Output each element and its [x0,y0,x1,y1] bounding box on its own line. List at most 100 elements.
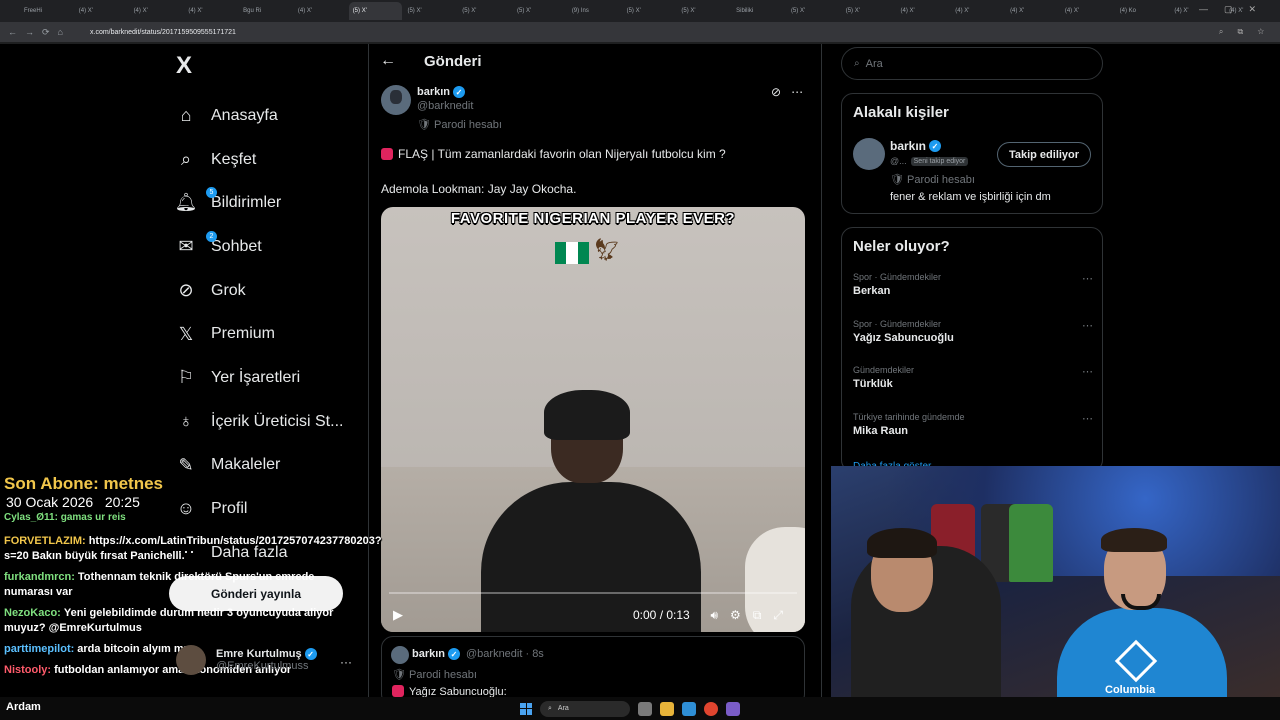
browser-tab[interactable]: (4) X' [1006,2,1060,20]
browser-tab[interactable]: (4) X' [75,2,129,20]
author-avatar[interactable] [381,85,411,115]
x-logo[interactable]: X [176,52,192,80]
eagle-icon: 🦅︎ [593,237,621,262]
browser-tab[interactable]: (5) X' [348,2,403,20]
browser-tab[interactable]: (9) Ins [568,2,622,20]
siren-icon [392,685,404,697]
browser-tab[interactable]: (4) X' [294,2,348,20]
notification-badge: 5 [206,186,217,198]
search-input[interactable]: ⌕ Ara [841,47,1103,80]
author-name[interactable]: barkın ✓ [417,86,466,98]
browser-tab[interactable]: (4) Ko [1116,2,1170,20]
play-icon[interactable]: ▶ [393,607,403,623]
volume-icon: 🔊︎ [710,607,731,622]
browser-tab[interactable]: (5) X' [842,2,896,20]
taskbar: ⌕ Ara [520,697,740,720]
chat-partial-line: Cylas_Ø11: gamas ur reis [4,512,126,522]
browser-tab[interactable]: (4) X' [130,2,184,20]
browser-tab[interactable]: (5) X' [677,2,731,20]
related-name[interactable]: barkın ✓ [890,139,942,153]
related-avatar[interactable] [853,138,885,170]
trend-item[interactable]: Spor · Gündemdekiler Berkan ⋯ [853,272,1093,297]
sidebar-item-x-premium[interactable]: 𝕏 Premium [176,312,366,356]
verified-badge-icon: ✓ [448,648,461,660]
windows-start-icon[interactable] [520,702,532,715]
chat-username: furkandmrcn: [4,571,75,583]
chat-username: FORVETLAZIM: [4,535,86,547]
browser-tab[interactable]: (5) X' [787,2,841,20]
browser-tab[interactable]: (4) X' [951,2,1005,20]
video-controls: ▶ 0:00 / 0:13 🔊︎⚙⧉⤢ [381,603,805,627]
address-bar: ←→⟳⌂ x.com/barknedit/status/201715950955… [0,22,1280,42]
browser-tab[interactable]: (4) X' [1061,2,1115,20]
columbia-text: Columbia [1105,684,1156,696]
sidebar-item-articles[interactable]: ✎ Makaleler [176,444,366,488]
trend-meta: Spor · Gündemdekiler [853,318,942,329]
following-button[interactable]: Takip ediliyor [997,142,1091,167]
browser-tab[interactable]: (4) X' [184,2,238,20]
trend-item[interactable]: Spor · Gündemdekiler Yağız Sabuncuoğlu ⋯ [853,319,1093,344]
reply-handle[interactable]: @barknedit · 8s [466,648,544,660]
browser-tab[interactable]: (5) X' [513,2,567,20]
sidebar-item-bookmark[interactable]: ⚐ Yer İşaretleri [176,356,366,400]
post-button[interactable]: Gönderi yayınla [169,576,343,611]
post-action-icons[interactable]: ⊘⋯ [771,85,813,99]
chrome-divider [0,42,1280,44]
trend-item[interactable]: Gündemdekiler Türklük ⋯ [853,365,1093,390]
browser-tab[interactable]: FreeHi [20,2,74,20]
taskbar-search[interactable]: ⌕ Ara [540,700,630,717]
url-field[interactable]: x.com/barknedit/status/20171595095551717… [90,29,236,36]
browser-tab[interactable]: (4) X' [897,2,951,20]
reply-post[interactable]: barkın ✓ @barknedit · 8s 🛡︎ Parodi hesabı… [381,636,805,706]
more-icon[interactable]: ⋯ [1082,319,1093,332]
trend-name: Türklük [853,378,893,390]
related-handle[interactable]: @... Seni takip ediyor [890,156,969,166]
video-player[interactable]: FAVORITE NIGERIAN PLAYER EVER? 🦅︎ ▶ 0:00… [381,207,805,632]
webcam-person-left-hair [867,528,937,558]
video-person-beanie [544,390,630,440]
related-parody-label: 🛡︎ Parodi hesabı [890,174,975,186]
browser-nav-buttons[interactable]: ←→⟳⌂ [0,27,90,38]
chrome-icon[interactable] [704,701,718,716]
reply-avatar[interactable] [391,646,409,664]
siren-icon [381,148,393,160]
browser-tab[interactable]: (5) X' [458,2,512,20]
sidebar-item-label: Grok [211,281,246,299]
back-arrow-icon[interactable]: ← [380,52,396,70]
stream-date-time: 30 Ocak 2026 20:25 [6,494,140,510]
video-time: 0:00 / 0:13 [633,608,690,622]
search-icon: ⌕ [854,58,860,69]
video-progress-bar[interactable] [389,592,797,594]
reply-author[interactable]: barkın ✓ [412,648,461,660]
bell-icon: 🔔︎ [174,192,198,213]
more-icon[interactable]: ⋯ [1082,272,1093,285]
video-control-icons[interactable]: 🔊︎⚙⧉⤢ [710,608,795,623]
sidebar-item-mail[interactable]: ✉ 2 Sohbet [176,225,366,269]
store-icon[interactable] [682,701,696,716]
more-icon[interactable]: ⋯ [1082,365,1093,378]
sidebar-item-home[interactable]: ⌂ Anasayfa [176,94,366,138]
file-explorer-icon[interactable] [660,701,674,716]
account-more-icon[interactable]: ··· [340,655,352,669]
sidebar-item-search[interactable]: ⌕ Keşfet [176,138,366,182]
app-icon[interactable] [726,701,740,716]
author-handle[interactable]: @barknedit [417,100,473,112]
browser-tab[interactable]: (5) X' [623,2,677,20]
sidebar-item-grok[interactable]: ⊘ Grok [176,269,366,313]
trend-item[interactable]: Türkiye tarihinde gündemde Mika Raun ⋯ [853,412,1093,437]
x-premium-icon: 𝕏 [178,323,194,344]
sidebar-item-creator-studio[interactable]: ♁ İçerik Üreticisi St... [176,400,366,444]
browser-extension-icons[interactable]: ⌕ ⧉ ☆ [1219,27,1270,37]
window-controls[interactable]: —▢✕ [1199,4,1272,15]
more-icon[interactable]: ⋯ [1082,412,1093,425]
browser-tab[interactable]: (5) X' [403,2,457,20]
parody-label: 🛡︎ Parodi hesabı [417,119,502,131]
browser-tab[interactable]: Sibiliki [732,2,786,20]
reply-parody-label: 🛡︎ Parodi hesabı [392,669,477,681]
verified-badge-icon: ✓ [304,648,317,660]
sidebar-item-bell[interactable]: 🔔︎ 5 Bildirimler [174,181,366,225]
browser-tab[interactable]: Bgu Ri [239,2,293,20]
task-view-icon[interactable] [638,701,652,716]
account-avatar[interactable] [176,645,206,675]
account-switcher[interactable]: Emre Kurtulmuş ✓ @EmreKurtulmuss [176,645,317,675]
